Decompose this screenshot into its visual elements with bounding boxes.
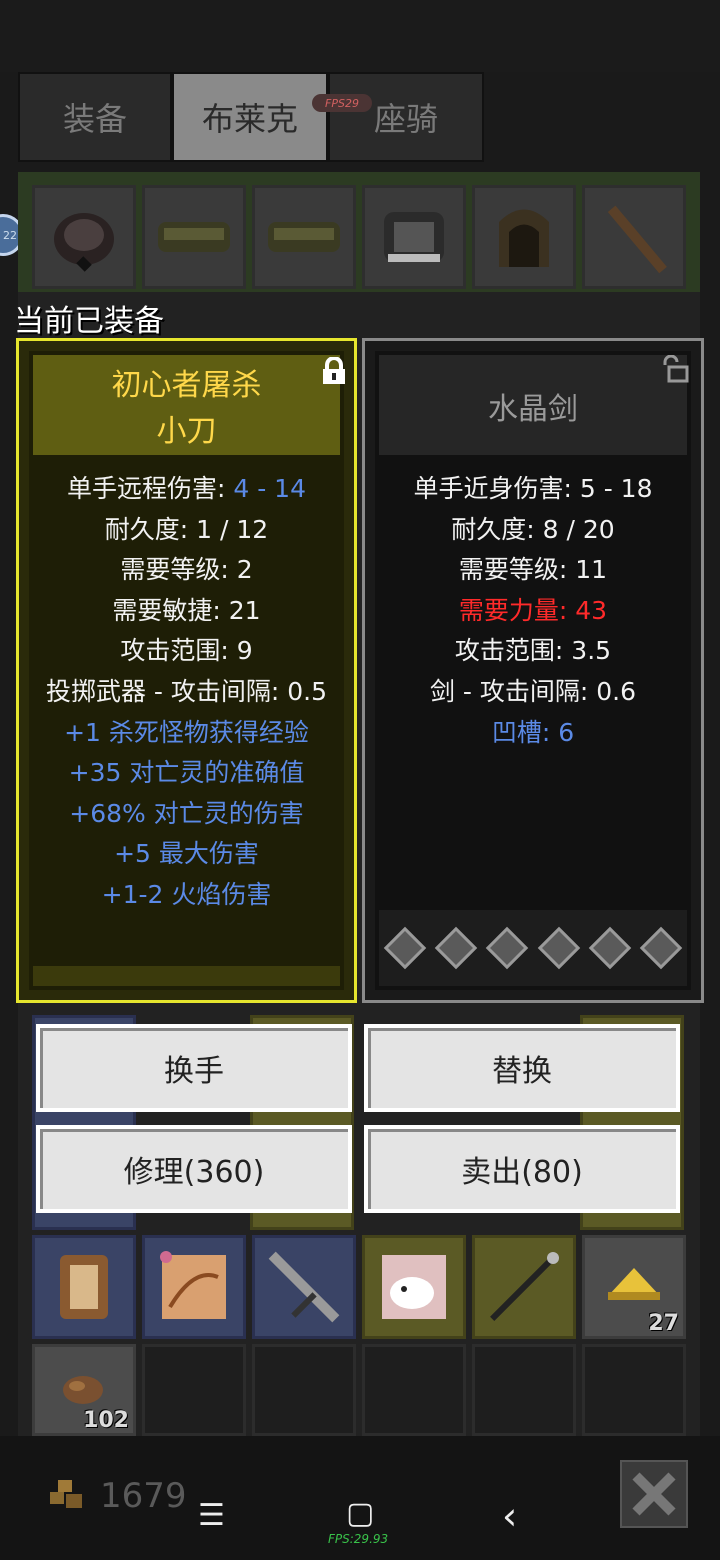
inventory-slot[interactable] [252,185,356,289]
tab-mount[interactable]: 座骑 [328,72,484,162]
inventory-slot[interactable] [142,185,246,289]
empty-inventory-slot[interactable] [362,1344,466,1436]
inventory-slot[interactable] [142,1235,246,1339]
cheese-icon [608,1268,660,1301]
tab-blake[interactable]: 布莱克 [172,72,328,162]
empty-socket-icon [588,926,632,970]
stat-label: 单手远程伤害: [66,474,234,503]
equipped-label: 当前已装备 [14,304,164,339]
empty-socket-icon [537,926,580,970]
inventory-slot[interactable] [362,185,466,289]
empty-socket-icon [434,926,478,970]
armor-icon [384,212,444,262]
stat-line: 耐久度: 1 / 12 [104,514,269,544]
equipped-item-name-line1: 初心者屠杀 [111,368,262,403]
stat-line: 攻击范围: 9 [120,636,253,666]
replace-label: 替换 [492,1054,552,1089]
top-status-area [0,0,720,72]
stat-line: 单手远程伤害: 4 - 14 [19,469,354,510]
sell-label: 卖出(80) [461,1155,583,1190]
staff-icon [607,205,667,274]
gold-amount: 1679 [100,1476,187,1516]
tab-equipment[interactable]: 装备 [18,72,172,162]
boots-icon [268,222,340,252]
swap-hand-button[interactable]: 换手 [36,1024,352,1112]
close-button[interactable] [620,1460,688,1528]
repair-label: 修理(360) [123,1155,265,1190]
stat-line-sockets: 凹槽: 6 [491,717,575,747]
equipped-item-stats: 单手远程伤害: 4 - 14 耐久度: 1 / 12 需要等级: 2 需要敏捷:… [19,469,354,916]
swap-hand-label: 换手 [164,1054,224,1089]
empty-inventory-slot[interactable] [472,1344,576,1436]
fps-badge: FPS29 [312,94,372,112]
inventory-slot[interactable]: 27 [582,1235,686,1339]
sword-icon [268,1251,340,1323]
inventory-slot[interactable]: 102 [32,1344,136,1436]
inventory-slot[interactable] [362,1235,466,1339]
bonus-line: +68% 对亡灵的伤害 [69,798,304,828]
socket-row [379,910,687,986]
home-nav-button[interactable]: ▢ [346,1496,374,1531]
stat-line: 投掷武器 - 攻击间隔: 0.5 [45,676,328,706]
compare-item-stats: 单手近身伤害: 5 - 18 耐久度: 8 / 20 需要等级: 11 需要力量… [365,469,701,753]
hood-icon [499,209,549,267]
sell-button[interactable]: 卖出(80) [364,1125,680,1213]
empty-socket-icon [640,926,683,970]
stat-line: 耐久度: 8 / 20 [451,514,615,544]
scroll-icon [60,1255,108,1319]
inventory-slot[interactable] [32,1235,136,1339]
empty-inventory-slot[interactable] [582,1344,686,1436]
unlock-icon[interactable] [661,355,691,383]
boots-icon [158,222,230,252]
equipped-item-footer [33,966,340,986]
bonus-line: +35 对亡灵的准确值 [68,758,305,788]
helmet-icon [54,213,114,272]
inventory-slot[interactable] [32,185,136,289]
stat-line: 攻击范围: 3.5 [454,636,612,666]
bonus-line: +1-2 火焰伤害 [101,879,272,909]
gold-icon [50,1480,82,1508]
empty-socket-icon [383,926,426,970]
bonus-line: +1 杀死怪物获得经验 [64,717,309,747]
repair-button[interactable]: 修理(360) [36,1125,352,1213]
compare-item-name: 水晶剑 [488,392,578,427]
inventory-slot[interactable] [472,1235,576,1339]
compare-item-panel: 水晶剑 单手近身伤害: 5 - 18 耐久度: 8 / 20 需要等级: 11 … [362,338,704,1003]
fps-counter: FPS:29.93 [328,1532,389,1546]
stat-line: 需要敏捷: 21 [112,595,261,625]
stat-value: 4 - 14 [233,474,306,503]
close-icon [632,1472,676,1516]
map-icon [160,1251,226,1319]
bonus-line: +5 最大伤害 [114,839,259,869]
item-count: 102 [83,1408,129,1433]
menu-nav-button[interactable]: ☰ [198,1498,225,1533]
tab-mount-label: 座骑 [373,100,438,138]
equipped-item-name-line2: 小刀 [156,414,217,449]
empty-inventory-slot[interactable] [252,1344,356,1436]
stat-line: 剑 - 攻击间隔: 0.6 [429,676,637,706]
inventory-slot[interactable] [582,185,686,289]
rabbit-scroll-icon [382,1255,446,1319]
inventory-slot[interactable] [472,185,576,289]
tab-blake-label: 布莱克 [201,100,298,138]
empty-socket-icon [486,926,529,970]
stat-line-requirement-unmet: 需要力量: 43 [458,595,608,625]
inventory-slot[interactable] [252,1235,356,1339]
stat-line: 需要等级: 11 [458,555,608,585]
back-nav-button[interactable]: ‹ [502,1494,517,1538]
replace-button[interactable]: 替换 [364,1024,680,1112]
tab-equipment-label: 装备 [62,100,127,138]
ore-icon [63,1376,103,1404]
equipped-item-panel: 初心者屠杀 小刀 单手远程伤害: 4 - 14 耐久度: 1 / 12 需要等级… [16,338,357,1003]
item-count: 27 [648,1311,679,1336]
spear-icon [490,1252,559,1321]
stat-line: 单手近身伤害: 5 - 18 [413,474,653,503]
stat-line: 需要等级: 2 [120,555,253,585]
empty-inventory-slot[interactable] [142,1344,246,1436]
